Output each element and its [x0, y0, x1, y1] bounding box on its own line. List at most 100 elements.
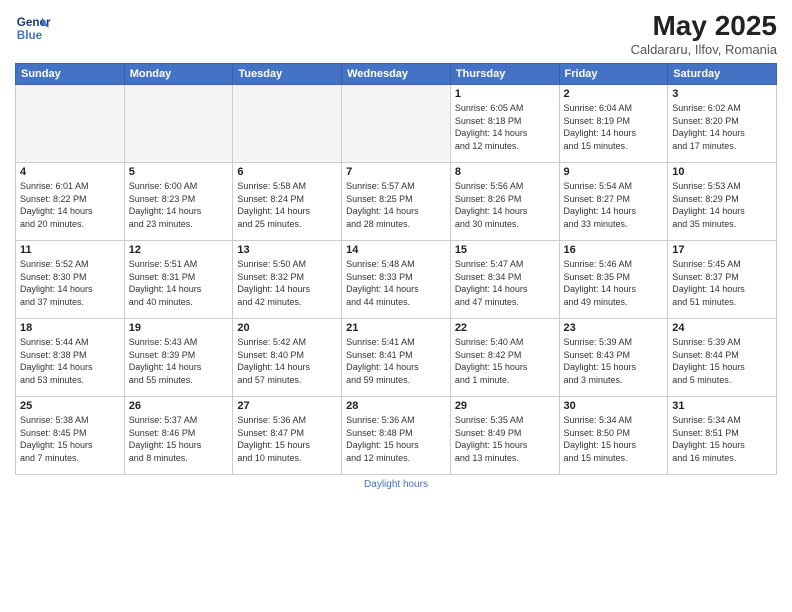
calendar-cell: 11Sunrise: 5:52 AM Sunset: 8:30 PM Dayli…: [16, 241, 125, 319]
day-info: Sunrise: 5:39 AM Sunset: 8:43 PM Dayligh…: [564, 336, 664, 386]
day-info: Sunrise: 5:38 AM Sunset: 8:45 PM Dayligh…: [20, 414, 120, 464]
day-number: 25: [20, 400, 120, 412]
day-info: Sunrise: 5:40 AM Sunset: 8:42 PM Dayligh…: [455, 336, 555, 386]
weekday-header: Wednesday: [342, 64, 451, 85]
day-number: 3: [672, 88, 772, 100]
day-info: Sunrise: 6:01 AM Sunset: 8:22 PM Dayligh…: [20, 180, 120, 230]
calendar-cell: 29Sunrise: 5:35 AM Sunset: 8:49 PM Dayli…: [450, 397, 559, 475]
calendar-cell: 25 Sunrise: 5:38 AM Sunset: 8:45 PM Dayli…: [16, 397, 125, 475]
day-info: Sunrise: 5:56 AM Sunset: 8:26 PM Dayligh…: [455, 180, 555, 230]
day-info: Sunrise: 5:42 AM Sunset: 8:40 PM Dayligh…: [237, 336, 337, 386]
calendar-cell: 6 Sunrise: 5:58 AM Sunset: 8:24 PM Daylig…: [233, 163, 342, 241]
day-info: Sunrise: 5:45 AM Sunset: 8:37 PM Dayligh…: [672, 258, 772, 308]
calendar-table: SundayMondayTuesdayWednesdayThursdayFrid…: [15, 63, 777, 475]
day-number: 4: [20, 166, 120, 178]
month-title: May 2025: [631, 10, 777, 42]
calendar-cell: [342, 85, 451, 163]
day-number: 10: [672, 166, 772, 178]
day-number: 11: [20, 244, 120, 256]
day-info: Sunrise: 5:46 AM Sunset: 8:35 PM Dayligh…: [564, 258, 664, 308]
day-number: 26: [129, 400, 229, 412]
day-info: Sunrise: 5:51 AM Sunset: 8:31 PM Dayligh…: [129, 258, 229, 308]
svg-text:Blue: Blue: [17, 29, 43, 42]
day-number: 19: [129, 322, 229, 334]
weekday-header: Monday: [124, 64, 233, 85]
calendar-cell: 1 Sunrise: 6:05 AM Sunset: 8:18 PM Daylig…: [450, 85, 559, 163]
day-info: Sunrise: 5:41 AM Sunset: 8:41 PM Dayligh…: [346, 336, 446, 386]
calendar-cell: 9Sunrise: 5:54 AM Sunset: 8:27 PM Daylig…: [559, 163, 668, 241]
calendar-week-row: 4 Sunrise: 6:01 AM Sunset: 8:22 PM Daylig…: [16, 163, 777, 241]
calendar-cell: 2 Sunrise: 6:04 AM Sunset: 8:19 PM Daylig…: [559, 85, 668, 163]
day-info: Sunrise: 5:58 AM Sunset: 8:24 PM Dayligh…: [237, 180, 337, 230]
day-info: Sunrise: 5:36 AM Sunset: 8:47 PM Dayligh…: [237, 414, 337, 464]
calendar-cell: 28Sunrise: 5:36 AM Sunset: 8:48 PM Dayli…: [342, 397, 451, 475]
weekday-header: Thursday: [450, 64, 559, 85]
day-info: Sunrise: 5:37 AM Sunset: 8:46 PM Dayligh…: [129, 414, 229, 464]
day-info: Sunrise: 6:04 AM Sunset: 8:19 PM Dayligh…: [564, 102, 664, 152]
weekday-header: Tuesday: [233, 64, 342, 85]
title-area: May 2025 Caldararu, Ilfov, Romania: [631, 10, 777, 57]
day-number: 22: [455, 322, 555, 334]
calendar-cell: 10Sunrise: 5:53 AM Sunset: 8:29 PM Dayli…: [668, 163, 777, 241]
calendar-week-row: 25 Sunrise: 5:38 AM Sunset: 8:45 PM Dayli…: [16, 397, 777, 475]
day-number: 31: [672, 400, 772, 412]
calendar-cell: 8 Sunrise: 5:56 AM Sunset: 8:26 PM Daylig…: [450, 163, 559, 241]
day-info: Sunrise: 5:54 AM Sunset: 8:27 PM Dayligh…: [564, 180, 664, 230]
calendar-cell: 26 Sunrise: 5:37 AM Sunset: 8:46 PM Dayli…: [124, 397, 233, 475]
day-info: Sunrise: 5:44 AM Sunset: 8:38 PM Dayligh…: [20, 336, 120, 386]
day-number: 12: [129, 244, 229, 256]
day-number: 8: [455, 166, 555, 178]
daylight-label: Daylight hours: [364, 479, 428, 490]
calendar-cell: 3Sunrise: 6:02 AM Sunset: 8:20 PM Daylig…: [668, 85, 777, 163]
day-info: Sunrise: 5:57 AM Sunset: 8:25 PM Dayligh…: [346, 180, 446, 230]
day-number: 2: [564, 88, 664, 100]
weekday-header: Saturday: [668, 64, 777, 85]
svg-text:General: General: [17, 16, 51, 29]
page-container: General Blue May 2025 Caldararu, Ilfov, …: [0, 0, 792, 612]
calendar-week-row: 18 Sunrise: 5:44 AM Sunset: 8:38 PM Dayli…: [16, 319, 777, 397]
calendar-cell: 31 Sunrise: 5:34 AM Sunset: 8:51 PM Dayli…: [668, 397, 777, 475]
day-number: 20: [237, 322, 337, 334]
calendar-cell: 17 Sunrise: 5:45 AM Sunset: 8:37 PM Dayli…: [668, 241, 777, 319]
calendar-cell: [16, 85, 125, 163]
day-info: Sunrise: 6:05 AM Sunset: 8:18 PM Dayligh…: [455, 102, 555, 152]
day-number: 7: [346, 166, 446, 178]
day-number: 17: [672, 244, 772, 256]
day-info: Sunrise: 6:00 AM Sunset: 8:23 PM Dayligh…: [129, 180, 229, 230]
calendar-cell: 24Sunrise: 5:39 AM Sunset: 8:44 PM Dayli…: [668, 319, 777, 397]
calendar-cell: 21Sunrise: 5:41 AM Sunset: 8:41 PM Dayli…: [342, 319, 451, 397]
day-number: 15: [455, 244, 555, 256]
day-number: 16: [564, 244, 664, 256]
day-info: Sunrise: 5:34 AM Sunset: 8:51 PM Dayligh…: [672, 414, 772, 464]
calendar-week-row: 1 Sunrise: 6:05 AM Sunset: 8:18 PM Daylig…: [16, 85, 777, 163]
calendar-cell: 7 Sunrise: 5:57 AM Sunset: 8:25 PM Daylig…: [342, 163, 451, 241]
logo-icon: General Blue: [15, 10, 51, 46]
calendar-cell: 4 Sunrise: 6:01 AM Sunset: 8:22 PM Daylig…: [16, 163, 125, 241]
day-number: 27: [237, 400, 337, 412]
calendar-cell: 30Sunrise: 5:34 AM Sunset: 8:50 PM Dayli…: [559, 397, 668, 475]
logo: General Blue: [15, 10, 51, 46]
day-number: 13: [237, 244, 337, 256]
day-info: Sunrise: 5:34 AM Sunset: 8:50 PM Dayligh…: [564, 414, 664, 464]
day-number: 6: [237, 166, 337, 178]
day-number: 18: [20, 322, 120, 334]
calendar-cell: 5 Sunrise: 6:00 AM Sunset: 8:23 PM Daylig…: [124, 163, 233, 241]
day-info: Sunrise: 5:47 AM Sunset: 8:34 PM Dayligh…: [455, 258, 555, 308]
calendar-week-row: 11Sunrise: 5:52 AM Sunset: 8:30 PM Dayli…: [16, 241, 777, 319]
day-info: Sunrise: 5:50 AM Sunset: 8:32 PM Dayligh…: [237, 258, 337, 308]
day-info: Sunrise: 5:35 AM Sunset: 8:49 PM Dayligh…: [455, 414, 555, 464]
header: General Blue May 2025 Caldararu, Ilfov, …: [15, 10, 777, 57]
day-info: Sunrise: 5:36 AM Sunset: 8:48 PM Dayligh…: [346, 414, 446, 464]
calendar-cell: [124, 85, 233, 163]
calendar-cell: 23Sunrise: 5:39 AM Sunset: 8:43 PM Dayli…: [559, 319, 668, 397]
day-number: 1: [455, 88, 555, 100]
day-info: Sunrise: 5:39 AM Sunset: 8:44 PM Dayligh…: [672, 336, 772, 386]
calendar-cell: 16 Sunrise: 5:46 AM Sunset: 8:35 PM Dayli…: [559, 241, 668, 319]
weekday-header: Friday: [559, 64, 668, 85]
day-number: 5: [129, 166, 229, 178]
calendar-cell: 18 Sunrise: 5:44 AM Sunset: 8:38 PM Dayli…: [16, 319, 125, 397]
calendar-cell: 15 Sunrise: 5:47 AM Sunset: 8:34 PM Dayli…: [450, 241, 559, 319]
calendar-cell: 13 Sunrise: 5:50 AM Sunset: 8:32 PM Dayli…: [233, 241, 342, 319]
calendar-cell: 19Sunrise: 5:43 AM Sunset: 8:39 PM Dayli…: [124, 319, 233, 397]
calendar-cell: 12 Sunrise: 5:51 AM Sunset: 8:31 PM Dayli…: [124, 241, 233, 319]
